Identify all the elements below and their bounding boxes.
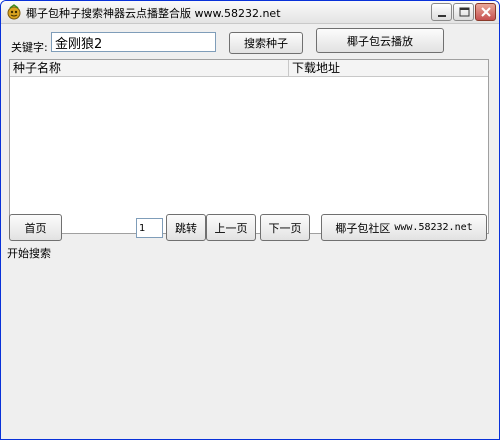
next-page-button[interactable]: 下一页 bbox=[260, 214, 310, 241]
minimize-icon bbox=[438, 15, 446, 17]
results-list[interactable]: 种子名称 下载地址 bbox=[9, 59, 489, 234]
client-area: 关键字: 搜索种子 椰子包云播放 种子名称 下载地址 首页 跳转 上一页 下一页… bbox=[1, 24, 499, 439]
status-text: 开始搜索 bbox=[7, 247, 51, 260]
community-url: www.58232.net bbox=[394, 222, 473, 233]
community-button[interactable]: 椰子包社区 www.58232.net bbox=[321, 214, 487, 241]
column-header-url[interactable]: 下载地址 bbox=[289, 60, 488, 76]
page-number-input[interactable] bbox=[136, 218, 163, 238]
first-page-button[interactable]: 首页 bbox=[9, 214, 62, 241]
column-header-name[interactable]: 种子名称 bbox=[10, 60, 289, 76]
close-icon bbox=[481, 7, 491, 17]
list-header: 种子名称 下载地址 bbox=[10, 60, 488, 77]
search-seeds-button[interactable]: 搜索种子 bbox=[229, 32, 303, 54]
prev-page-button[interactable]: 上一页 bbox=[206, 214, 256, 241]
minimize-button[interactable] bbox=[431, 3, 452, 21]
jump-button[interactable]: 跳转 bbox=[166, 214, 206, 241]
keyword-label: 关键字: bbox=[11, 41, 48, 54]
community-label: 椰子包社区 bbox=[335, 221, 391, 235]
maximize-button[interactable] bbox=[453, 3, 474, 21]
title-bar[interactable]: 椰子包种子搜索神器云点播整合版 www.58232.net bbox=[1, 1, 499, 24]
cloud-play-button[interactable]: 椰子包云播放 bbox=[316, 28, 444, 53]
keyword-input[interactable] bbox=[51, 32, 216, 52]
coconut-app-icon bbox=[6, 4, 22, 20]
status-log[interactable]: 开始搜索 bbox=[1, 241, 499, 439]
maximize-icon bbox=[459, 7, 470, 17]
window-title: 椰子包种子搜索神器云点播整合版 www.58232.net bbox=[26, 7, 281, 20]
close-button[interactable] bbox=[475, 3, 496, 21]
app-window: 椰子包种子搜索神器云点播整合版 www.58232.net 关键字: 搜索种子 … bbox=[0, 0, 500, 440]
